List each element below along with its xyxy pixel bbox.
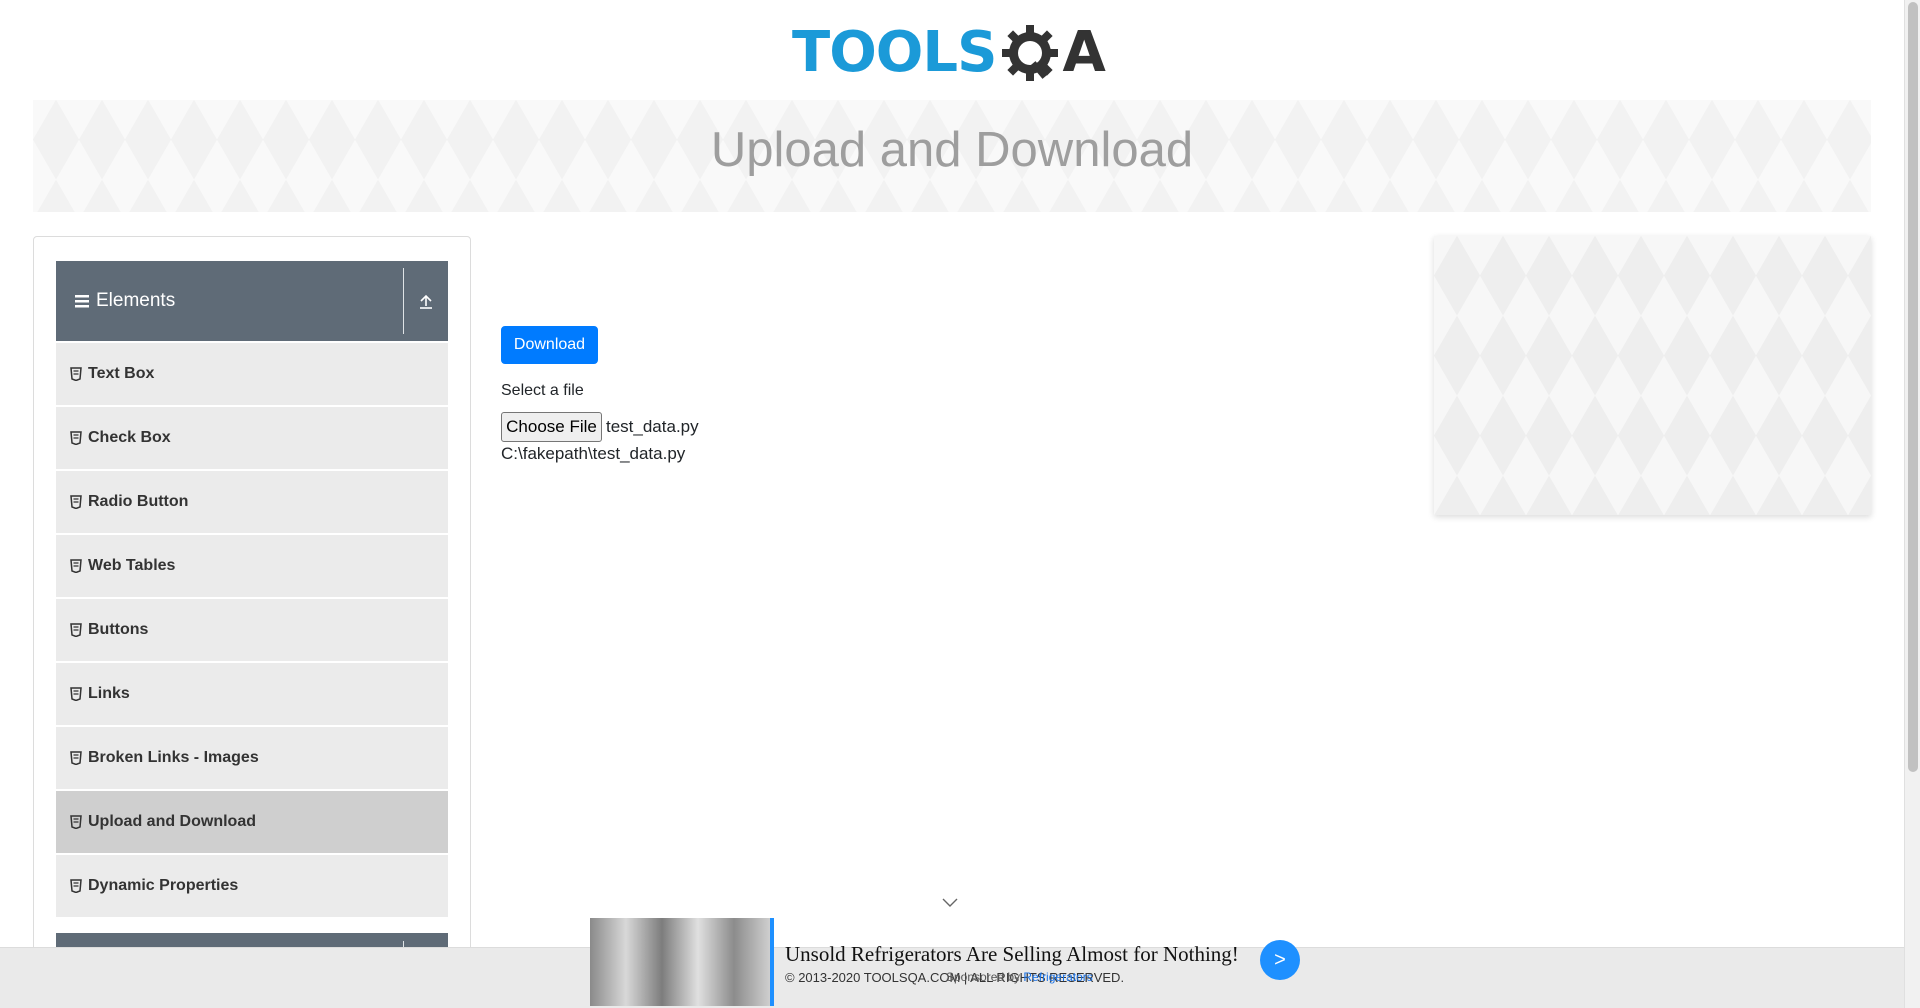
- select-file-label: Select a file: [501, 382, 584, 399]
- sidebar-item-label: Check Box: [88, 429, 171, 446]
- logo-text-a: A: [1062, 20, 1106, 85]
- ad-headline[interactable]: Unsold Refrigerators Are Selling Almost …: [785, 942, 1239, 967]
- uploaded-file-path: C:\fakepath\test_data.py: [501, 444, 686, 463]
- sidebar-item-label: Dynamic Properties: [88, 877, 239, 894]
- page-scrollbar[interactable]: [1904, 0, 1920, 1008]
- sidebar-group-title: Elements: [96, 290, 176, 311]
- sidebar-item-label: Text Box: [88, 365, 155, 382]
- item-icon: [70, 687, 82, 701]
- sidebar-item-label: Radio Button: [88, 493, 189, 510]
- sidebar-item-label: Buttons: [88, 621, 149, 638]
- collapse-icon: [420, 294, 432, 309]
- menu-icon: [75, 295, 89, 308]
- ad-sponsored-line: Sponsored by Refrigerators: [946, 970, 1093, 984]
- sidebar: Elements Text Box Check Box Radio Button…: [33, 236, 471, 1008]
- item-icon: [70, 815, 82, 829]
- sidebar-item-dynamic-properties[interactable]: Dynamic Properties: [56, 855, 448, 917]
- file-upload-input[interactable]: Choose File test_data.py: [501, 412, 699, 442]
- item-icon: [70, 431, 82, 445]
- choose-file-button[interactable]: Choose File: [501, 412, 602, 442]
- sidebar-item-text-box[interactable]: Text Box: [56, 343, 448, 405]
- ad-sponsored-prefix: Sponsored by: [946, 970, 1024, 984]
- item-icon: [70, 495, 82, 509]
- sidebar-item-buttons[interactable]: Buttons: [56, 599, 448, 661]
- item-icon: [70, 879, 82, 893]
- sponsored-ad[interactable]: Unsold Refrigerators Are Selling Almost …: [590, 918, 1300, 1006]
- sidebar-item-label: Upload and Download: [88, 813, 256, 830]
- sidebar-item-label: Web Tables: [88, 557, 176, 574]
- sidebar-item-web-tables[interactable]: Web Tables: [56, 535, 448, 597]
- sidebar-item-radio-button[interactable]: Radio Button: [56, 471, 448, 533]
- ad-sponsor-link[interactable]: Refrigerators: [1023, 970, 1092, 984]
- download-button[interactable]: Download: [501, 326, 598, 364]
- chevron-down-icon[interactable]: [942, 898, 958, 908]
- ad-placeholder: [1434, 236, 1871, 515]
- gear-icon: [1002, 25, 1059, 81]
- page-title: Upload and Download: [710, 123, 1194, 177]
- sidebar-item-upload-download[interactable]: Upload and Download: [56, 791, 448, 853]
- toolsqa-logo[interactable]: TOOLS A: [792, 15, 1116, 91]
- chosen-file-name: test_data.py: [606, 417, 699, 436]
- sidebar-menu: Text Box Check Box Radio Button Web Tabl…: [56, 343, 448, 919]
- sidebar-item-label: Broken Links - Images: [88, 749, 259, 766]
- ad-thumbnail[interactable]: [590, 918, 774, 1006]
- item-icon: [70, 367, 82, 381]
- sidebar-group-label: Elements: [56, 290, 403, 312]
- item-icon: [70, 559, 82, 573]
- sidebar-group-elements[interactable]: Elements: [56, 261, 448, 341]
- item-icon: [70, 751, 82, 765]
- sidebar-item-broken-links[interactable]: Broken Links - Images: [56, 727, 448, 789]
- ad-go-button[interactable]: >: [1260, 940, 1300, 980]
- logo-text-tools: TOOLS: [792, 20, 997, 85]
- sidebar-item-label: Links: [88, 685, 130, 702]
- collapse-toggle[interactable]: [404, 293, 448, 309]
- item-icon: [70, 623, 82, 637]
- scrollbar-thumb[interactable]: [1908, 2, 1918, 772]
- sidebar-item-links[interactable]: Links: [56, 663, 448, 725]
- page-banner: Upload and Download: [33, 100, 1871, 212]
- sidebar-item-check-box[interactable]: Check Box: [56, 407, 448, 469]
